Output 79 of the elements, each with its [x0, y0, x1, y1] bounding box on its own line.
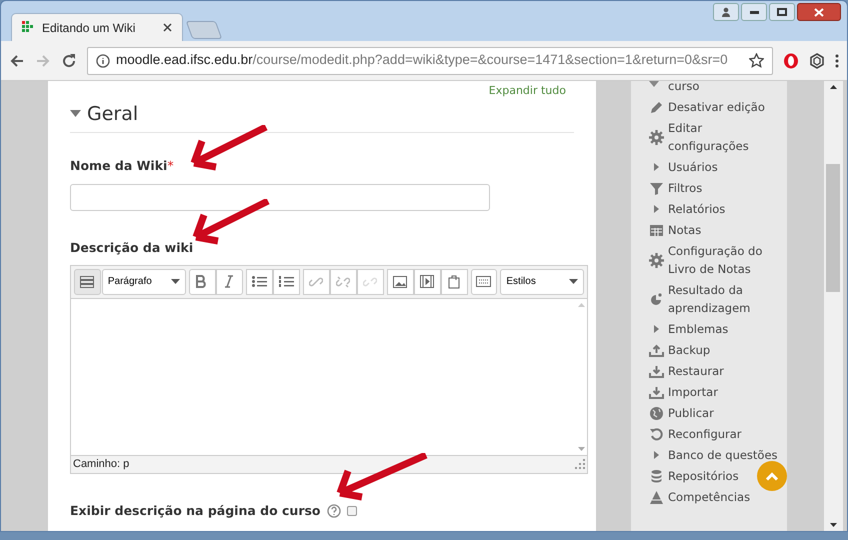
field-label: Exibir descrição na página do curso	[70, 502, 321, 520]
tree-node-label[interactable]: Emblemas	[668, 320, 728, 338]
minimize-button[interactable]	[741, 3, 767, 21]
maximize-button[interactable]	[769, 3, 795, 21]
gear-icon	[649, 252, 664, 268]
close-button[interactable]	[797, 3, 841, 21]
video-icon[interactable]	[414, 268, 440, 294]
dropdown-caret-icon	[170, 279, 180, 284]
gear-icon	[649, 130, 664, 144]
input-field[interactable]	[70, 184, 490, 211]
pencil-icon	[649, 100, 664, 114]
element-path: Caminho: p	[73, 456, 130, 472]
caret-icon[interactable]	[70, 110, 81, 118]
globe-icon	[649, 406, 664, 420]
filter-icon	[649, 180, 664, 196]
field-label: Nome da Wiki	[70, 157, 168, 175]
pie-chart-icon	[649, 292, 664, 306]
chevron-up-icon	[765, 472, 779, 480]
sidebar-link[interactable]: Configuração do Livro de Notas	[668, 242, 783, 278]
file-icon[interactable]	[440, 268, 468, 294]
field-label: Descrição da wiki	[70, 238, 194, 257]
reload-icon[interactable]	[61, 52, 77, 68]
sidebar-link[interactable]: Restaurar	[668, 362, 724, 380]
info-icon[interactable]	[96, 54, 110, 68]
browser-tab[interactable]: Editando um Wiki	[11, 13, 183, 41]
download-icon	[649, 384, 664, 400]
italic-icon[interactable]	[216, 268, 242, 294]
toolbar-toggle-icon	[80, 276, 94, 288]
section-title[interactable]: Geral	[87, 100, 138, 128]
sidebar-link[interactable]: Filtros	[668, 179, 702, 197]
bullet-list-icon[interactable]	[246, 268, 272, 294]
tab-title: Editando um Wiki	[42, 20, 136, 36]
scroll-down-icon[interactable]	[830, 523, 837, 527]
close-icon	[814, 8, 824, 16]
required-mark: *	[167, 157, 174, 175]
sidebar-link[interactable]: Editar configurações	[668, 119, 783, 155]
extension-icon[interactable]	[783, 52, 799, 68]
image-icon[interactable]	[386, 268, 414, 294]
sidebar-link[interactable]: Desativar edição	[668, 98, 765, 116]
upload-icon	[649, 342, 664, 358]
profile-icon[interactable]	[713, 3, 739, 21]
star-icon[interactable]	[749, 53, 764, 68]
keyboard-icon[interactable]	[470, 268, 498, 294]
scroll-up-icon[interactable]	[830, 85, 837, 89]
menu-icon[interactable]	[835, 54, 839, 68]
scrollbar-thumb[interactable]	[826, 164, 840, 292]
format-dropdown[interactable]: Parágrafo	[102, 268, 186, 294]
address-bar[interactable]: moodle.ead.ifsc.edu.br/course/modedit.php?add=wiki&type=&course=1471&section=1&return=0&sr=0	[87, 46, 773, 74]
close-icon[interactable]	[163, 23, 172, 32]
tree-node-label[interactable]: Banco de questões	[668, 446, 778, 464]
download-icon	[649, 364, 664, 378]
tree-node-label[interactable]: Usuários	[668, 158, 718, 176]
help-icon[interactable]	[326, 504, 341, 518]
checkbox[interactable]	[346, 506, 357, 516]
expand-all-link[interactable]: Expandir tudo	[488, 83, 566, 100]
site-logo-icon	[22, 20, 34, 34]
table-icon	[649, 222, 664, 238]
extension-icon[interactable]	[809, 52, 825, 68]
sidebar-link[interactable]: Backup	[668, 341, 710, 359]
toolbar-toggle-button[interactable]	[74, 268, 101, 294]
back-icon[interactable]	[9, 52, 25, 68]
database-icon	[649, 468, 664, 484]
styles-dropdown[interactable]: Estilos	[500, 268, 584, 294]
bold-icon[interactable]	[188, 268, 216, 294]
sidebar-link[interactable]: Repositórios	[668, 467, 739, 485]
tree-node-label[interactable]: Relatórios	[668, 200, 726, 218]
tree-node-label[interactable]: curso	[668, 81, 700, 95]
sidebar-link[interactable]: Resultado da aprendizagem	[668, 281, 783, 317]
sidebar-link[interactable]: Reconfigurar	[668, 425, 742, 443]
triangle-icon	[649, 490, 664, 504]
refresh-icon	[649, 426, 664, 442]
url-text: moodle.ead.ifsc.edu.br/course/modedit.php?add=wiki&type=&course=1471&section=1&return=0&sr=0	[116, 51, 729, 70]
sidebar-link[interactable]: Publicar	[668, 404, 714, 422]
sidebar-link[interactable]: Notas	[668, 221, 702, 239]
sidebar-link[interactable]: Importar	[668, 383, 718, 401]
resize-handle-icon[interactable]	[575, 459, 585, 469]
sidebar-link[interactable]: Competências	[668, 488, 750, 506]
dropdown-caret-icon	[569, 279, 578, 284]
numbered-list-icon[interactable]	[272, 268, 300, 294]
